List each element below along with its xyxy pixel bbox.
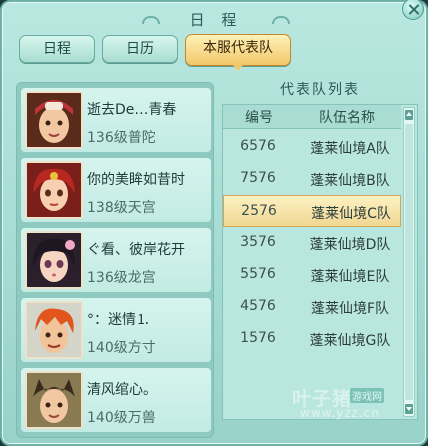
team-name: 蓬莱仙境E队	[310, 269, 390, 285]
team-name: 蓬莱仙境B队	[310, 173, 390, 189]
watermark-url: www.yzz.cn	[300, 406, 380, 420]
team-number: 6576	[240, 138, 276, 154]
player-portrait-2	[25, 161, 83, 219]
scrollbar[interactable]	[403, 107, 415, 417]
player-portrait-1	[25, 91, 83, 149]
team-number: 4576	[240, 298, 276, 314]
scroll-down-icon[interactable]	[405, 404, 413, 414]
player-level: 136级龙宫	[87, 270, 156, 286]
player-card[interactable]: 逝去De…青春 136级普陀	[20, 87, 212, 153]
column-header-team: 队伍名称	[319, 110, 375, 126]
title-ornament-right	[272, 16, 290, 24]
team-number: 1576	[240, 330, 276, 346]
team-number: 7576	[240, 170, 276, 186]
player-name: ぐ看、彼岸花开	[87, 242, 185, 258]
table-header: 编号 队伍名称	[223, 105, 401, 129]
scroll-up-icon[interactable]	[405, 110, 413, 120]
player-level: 138级天宫	[87, 200, 156, 216]
player-portrait-5	[25, 371, 83, 429]
table-row[interactable]: 3576 蓬莱仙境D队	[223, 227, 401, 259]
player-level: 140级万兽	[87, 410, 156, 426]
column-header-number: 编号	[245, 110, 273, 126]
player-card[interactable]: °：迷情⒈ 140级方寸	[20, 297, 212, 363]
player-card[interactable]: 清风绾心。 140级万兽	[20, 367, 212, 433]
table-row[interactable]: 1576 蓬莱仙境G队	[223, 323, 401, 355]
team-name: 蓬莱仙境G队	[309, 333, 391, 349]
player-name: 清风绾心。	[87, 382, 157, 398]
tab-server-team-label: 本服代表队	[203, 40, 273, 56]
table-row[interactable]: 5576 蓬莱仙境E队	[223, 259, 401, 291]
close-icon[interactable]	[402, 0, 424, 20]
table-row[interactable]: 6576 蓬莱仙境A队	[223, 131, 401, 163]
team-list-title: 代表队列表	[280, 82, 360, 98]
watermark-tag: 游戏网	[350, 388, 384, 403]
team-name: 蓬莱仙境F队	[310, 301, 390, 317]
player-portrait-4	[25, 301, 83, 359]
team-name: 蓬莱仙境D队	[309, 237, 391, 253]
player-list: 逝去De…青春 136级普陀 你的美眸如昔时 138级天宫 ぐ看、彼岸花开 13…	[16, 82, 214, 438]
player-card[interactable]: ぐ看、彼岸花开 136级龙宫	[20, 227, 212, 293]
tab-calendar[interactable]: 日历	[102, 35, 178, 63]
team-name: 蓬莱仙境C队	[311, 206, 391, 222]
tab-server-team[interactable]: 本服代表队	[185, 34, 291, 71]
table-row-selected[interactable]: 2576 蓬莱仙境C队	[223, 195, 401, 227]
team-number: 5576	[240, 266, 276, 282]
team-number: 3576	[240, 234, 276, 250]
player-name: 逝去De…青春	[87, 102, 177, 118]
player-portrait-3	[25, 231, 83, 289]
tab-schedule[interactable]: 日程	[19, 35, 95, 63]
player-card[interactable]: 你的美眸如昔时 138级天宫	[20, 157, 212, 223]
table-row[interactable]: 7576 蓬莱仙境B队	[223, 163, 401, 195]
scroll-thumb[interactable]	[405, 124, 413, 400]
player-name: 你的美眸如昔时	[87, 172, 185, 188]
table-row[interactable]: 4576 蓬莱仙境F队	[223, 291, 401, 323]
player-level: 140级方寸	[87, 340, 156, 356]
team-table: 编号 队伍名称 6576 蓬莱仙境A队 7576 蓬莱仙境B队 2576 蓬莱仙…	[222, 104, 418, 420]
tab-pointer	[233, 65, 243, 71]
schedule-panel: 日 程 日程 日历 本服代表队 逝去De…青春 136级普陀 你的美眸如昔时 1…	[0, 0, 428, 446]
player-name: °：迷情⒈	[87, 312, 150, 328]
player-level: 136级普陀	[87, 130, 156, 146]
team-name: 蓬莱仙境A队	[310, 141, 390, 157]
window-title: 日 程	[189, 11, 243, 29]
team-number: 2576	[241, 203, 277, 219]
